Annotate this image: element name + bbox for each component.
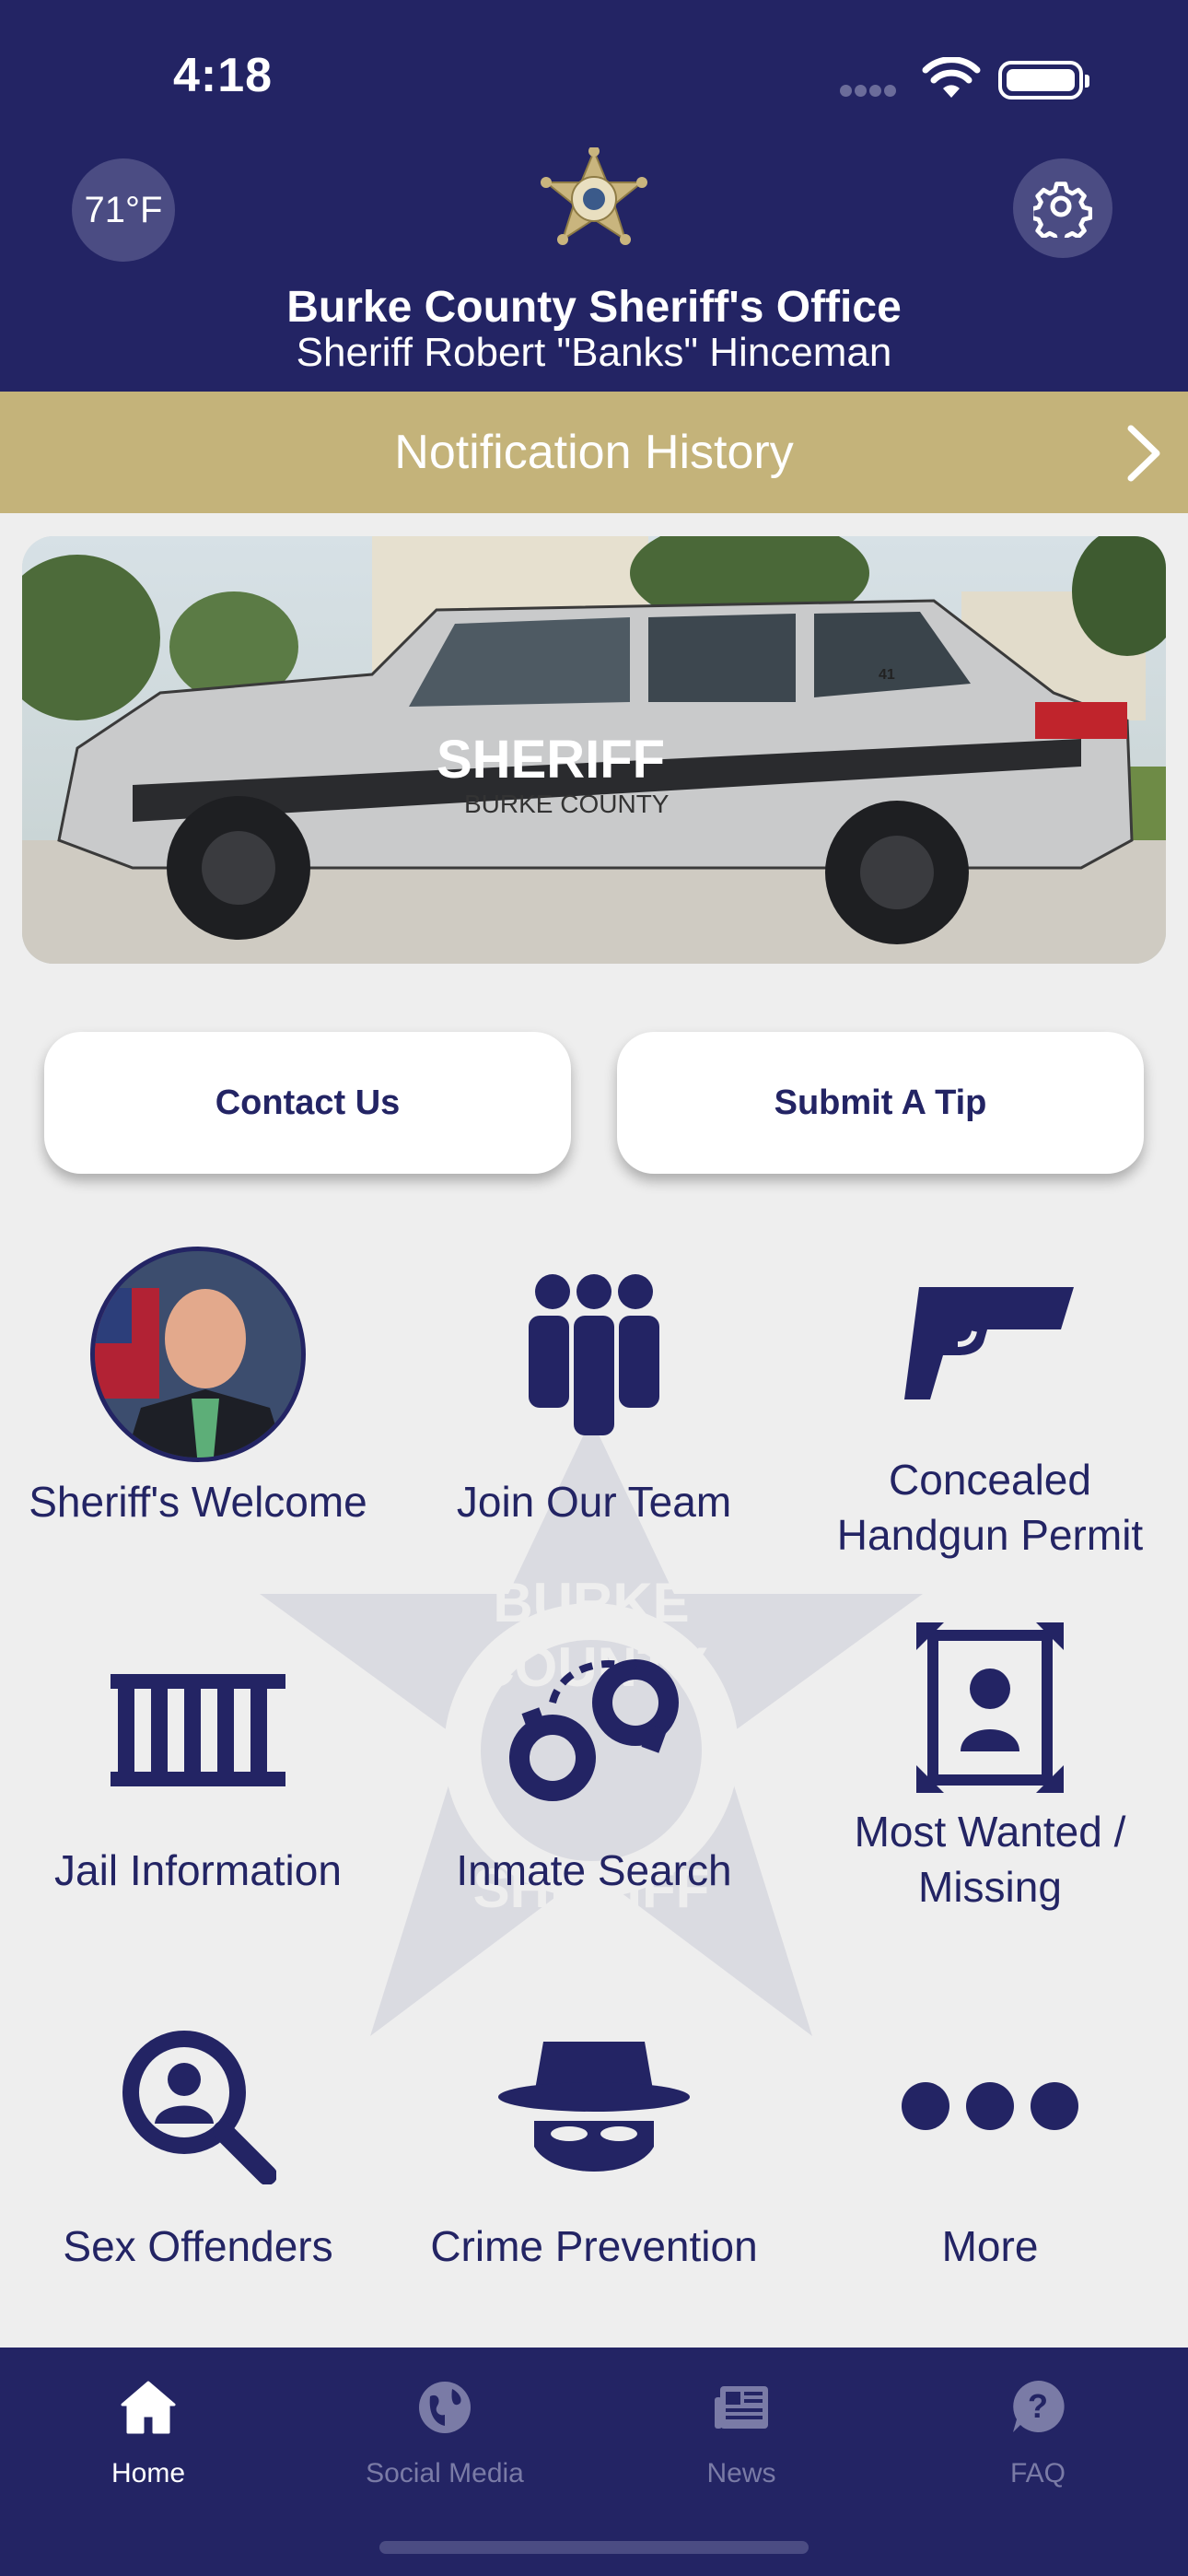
question-icon: ? (1013, 2380, 1065, 2432)
status-time: 4:18 (173, 49, 274, 102)
tile-label: More (941, 2222, 1039, 2270)
temperature-badge[interactable]: 71°F (72, 158, 175, 262)
tile-sheriffs-welcome[interactable]: Sheriff's Welcome (0, 1235, 396, 1585)
sheriff-star-logo (541, 147, 647, 245)
tile-label: Crime Prevention (430, 2222, 758, 2270)
cellular-signal-icon (840, 85, 904, 98)
org-title: Burke County Sheriff's Office (286, 283, 902, 332)
sheriff-portrait (90, 1247, 306, 1462)
tab-news[interactable]: News (593, 2366, 890, 2504)
tile-label: Inmate Search (456, 1846, 732, 1894)
settings-button[interactable] (1013, 158, 1112, 258)
notification-history-label: Notification History (394, 426, 794, 479)
team-icon (529, 1274, 659, 1435)
org-subtitle: Sheriff Robert "Banks" Hinceman (296, 330, 892, 375)
tile-label: Sex Offenders (63, 2222, 333, 2270)
tile-label: Most Wanted / Missing (854, 1808, 1126, 1911)
wifi-icon (922, 57, 981, 98)
wanted-poster-icon (916, 1622, 1064, 1793)
submit-tip-button[interactable]: Submit A Tip (617, 1032, 1144, 1174)
tile-label: Concealed Handgun Permit (836, 1456, 1144, 1559)
jail-bars-icon (111, 1674, 285, 1786)
tile-concealed-handgun-permit[interactable]: Concealed Handgun Permit (792, 1235, 1188, 1585)
globe-icon (419, 2382, 471, 2433)
tab-home[interactable]: Home (0, 2366, 297, 2504)
vehicle-unit-number: 41 (879, 667, 895, 683)
handcuffs-icon (509, 1659, 679, 1801)
notification-history-bar[interactable]: Notification History (0, 392, 1188, 513)
newspaper-icon (715, 2386, 768, 2429)
tile-label: Jail Information (54, 1846, 342, 1894)
svg-text:?: ? (1028, 2387, 1048, 2425)
app-header: 4:18 71°F Burke County Sheriff's Office … (0, 0, 1188, 392)
tab-social-media[interactable]: Social Media (297, 2366, 593, 2504)
hero-vehicle-image: SHERIFF BURKE COUNTY 41 (22, 536, 1166, 964)
more-dots-icon (902, 2082, 1078, 2130)
masked-spy-icon (498, 2042, 690, 2172)
vehicle-county-text: BURKE COUNTY (464, 790, 670, 818)
tile-sex-offenders[interactable]: Sex Offenders (0, 1986, 396, 2336)
home-icon (121, 2381, 176, 2434)
contact-us-button[interactable]: Contact Us (44, 1032, 571, 1174)
chevron-right-icon (1127, 425, 1160, 482)
tile-jail-information[interactable]: Jail Information (0, 1610, 396, 1961)
vehicle-sheriff-text: SHERIFF (437, 730, 665, 790)
tab-label: FAQ (1009, 2458, 1066, 2488)
person-search-icon (122, 2031, 276, 2184)
tile-label: Sheriff's Welcome (29, 1478, 367, 1526)
tile-crime-prevention[interactable]: Crime Prevention (396, 1986, 792, 2336)
battery-icon (998, 61, 1089, 100)
tab-label: News (706, 2458, 776, 2488)
home-indicator[interactable] (379, 2541, 809, 2554)
tab-label: Social Media (366, 2458, 524, 2488)
tab-faq[interactable]: ? FAQ (890, 2366, 1186, 2504)
handgun-icon (904, 1287, 1074, 1399)
tile-join-our-team[interactable]: Join Our Team (396, 1235, 792, 1585)
tile-more[interactable]: More (792, 1986, 1188, 2336)
tile-most-wanted-missing[interactable]: Most Wanted / Missing (792, 1610, 1188, 1961)
tab-label: Home (111, 2458, 186, 2488)
tile-label: Join Our Team (456, 1478, 732, 1526)
tile-inmate-search[interactable]: Inmate Search (396, 1610, 792, 1961)
gear-icon (1033, 181, 1092, 238)
